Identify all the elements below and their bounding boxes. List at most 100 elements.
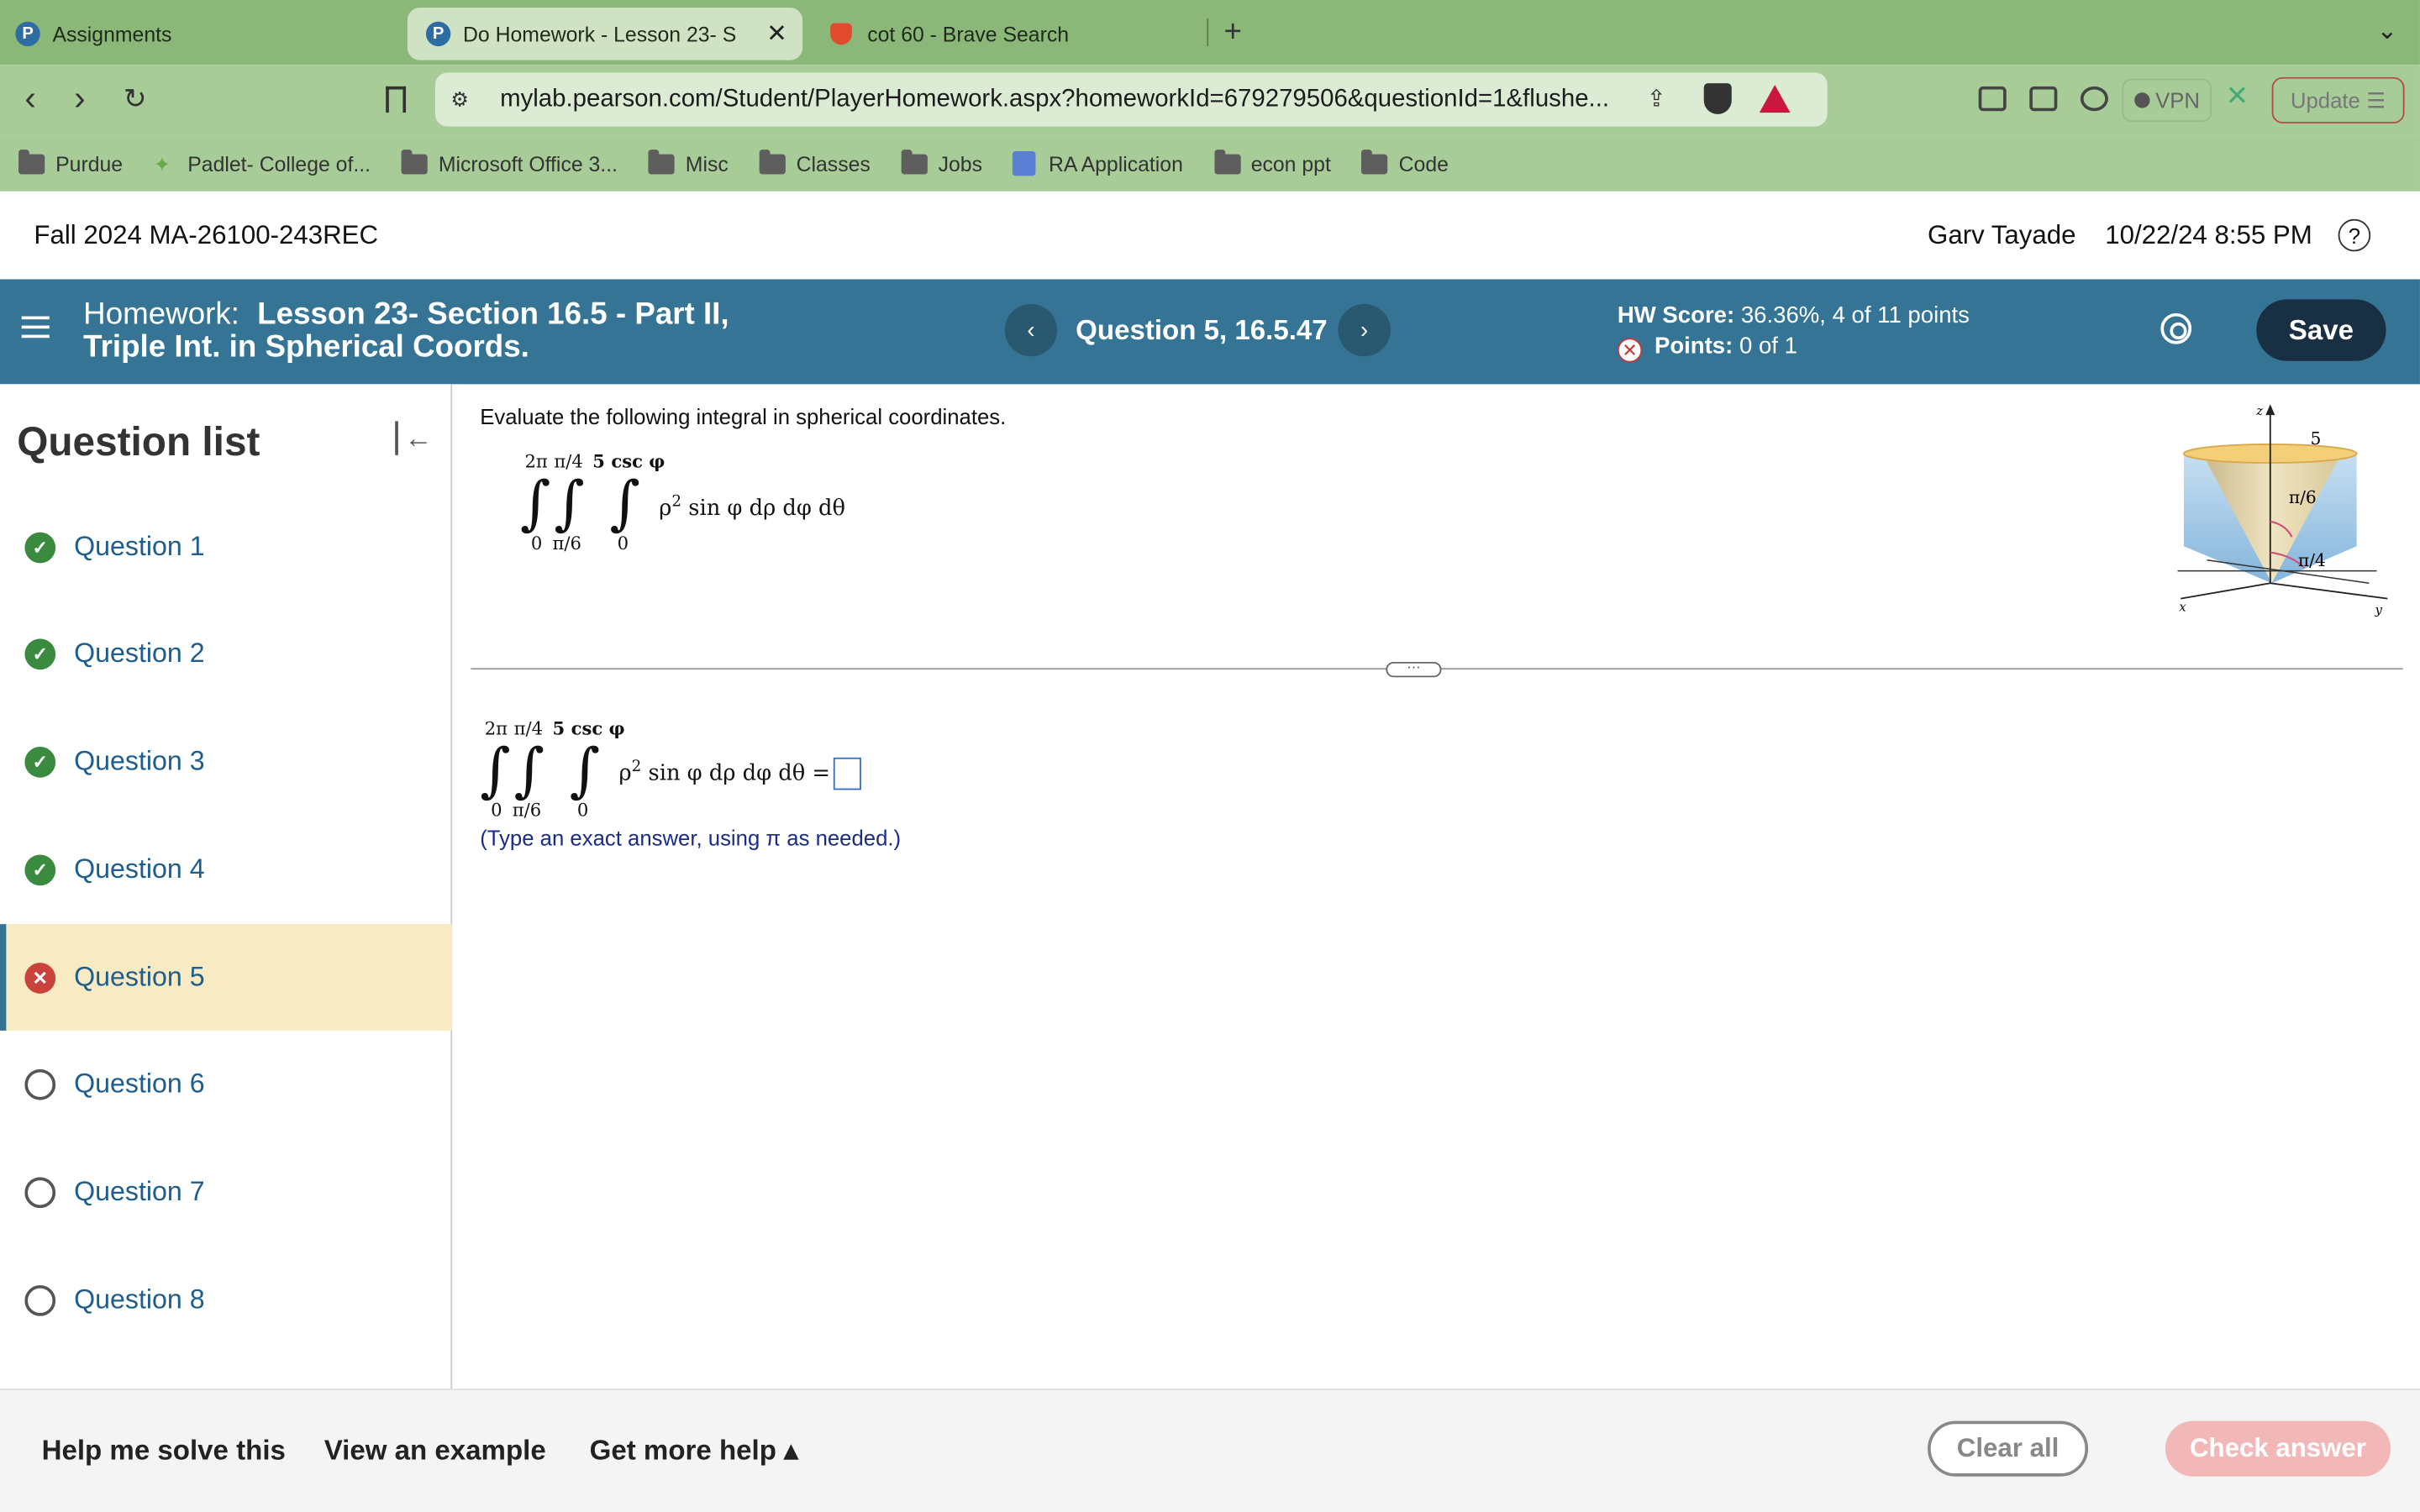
- bookmark-purdue[interactable]: Purdue: [18, 149, 124, 176]
- question-item-3[interactable]: ✓ Question 3: [0, 708, 452, 815]
- user-name: Garv Tayade: [1928, 220, 2076, 250]
- score-value: 36.36%, 4 of 11 points: [1740, 302, 1970, 329]
- question-list-panel: Question list ← ✓ Question 1 ✓ Question …: [0, 384, 453, 1389]
- check-icon: ✓: [24, 746, 56, 777]
- homework-title-line2: Triple Int. in Spherical Coords.: [83, 330, 529, 365]
- equals-sign: =: [812, 761, 830, 786]
- tab-brave-search[interactable]: cot 60 - Brave Search: [830, 8, 1201, 60]
- brave-shield-icon[interactable]: [1703, 83, 1732, 114]
- question-list-title: Question list: [17, 417, 260, 465]
- integrand-rest: sin φ dρ dφ dθ: [641, 761, 806, 786]
- bookmark-ra-application[interactable]: RA Application: [1013, 150, 1183, 176]
- answer-hint: (Type an exact answer, using π as needed…: [480, 825, 902, 851]
- question-item-8[interactable]: Question 8: [0, 1247, 452, 1353]
- chevron-down-icon[interactable]: ⌄: [2377, 15, 2398, 46]
- share-icon[interactable]: ⇪: [1647, 85, 1666, 113]
- bookmark-classes[interactable]: Classes: [759, 149, 871, 176]
- lower-limit-rho: 0: [576, 799, 589, 822]
- brave-rewards-icon[interactable]: [1759, 85, 1791, 113]
- bookmark-label: Classes: [796, 151, 871, 176]
- integrand: ρ2 sin φ dρ dφ dθ: [659, 494, 845, 521]
- check-icon: ✓: [24, 638, 56, 669]
- close-tab-icon[interactable]: ✕: [766, 18, 787, 50]
- next-question-button[interactable]: ›: [1338, 303, 1391, 357]
- spherical-region-figure: z 5 π/6 π/4 x y: [2177, 404, 2388, 617]
- collapse-panel-icon[interactable]: ←: [395, 421, 432, 455]
- resize-handle-icon[interactable]: ···: [1386, 659, 1442, 678]
- forward-icon[interactable]: ›: [74, 80, 85, 118]
- update-button[interactable]: Update ☰: [2271, 76, 2405, 123]
- bookmark-misc[interactable]: Misc: [648, 149, 729, 175]
- integral-sign: ∫: [519, 469, 551, 538]
- back-icon[interactable]: ‹: [24, 80, 35, 118]
- bookmark-jobs[interactable]: Jobs: [901, 149, 983, 176]
- folder-icon: [1361, 149, 1388, 174]
- z-axis-arrow-icon: [2265, 404, 2275, 416]
- check-icon: ✓: [24, 531, 56, 563]
- save-button[interactable]: Save: [2256, 299, 2386, 361]
- question-item-4[interactable]: ✓ Question 4: [0, 816, 452, 923]
- tab-divider: [1207, 18, 1209, 47]
- vpn-button[interactable]: VPN: [2122, 78, 2212, 123]
- course-title: Fall 2024 MA-26100-243REC: [34, 220, 379, 250]
- bookmark-label: Jobs: [938, 151, 983, 176]
- empty-circle-icon: [24, 1176, 56, 1208]
- url-text[interactable]: mylab.pearson.com/Student/PlayerHomework…: [500, 86, 1609, 113]
- question-item-label: Question 1: [74, 530, 205, 562]
- update-label: Update: [2290, 87, 2360, 113]
- question-item-5[interactable]: ✕ Question 5: [0, 924, 453, 1031]
- lower-limit-rho: 0: [617, 532, 629, 554]
- bookmark-microsoft-office[interactable]: Microsoft Office 3...: [401, 149, 618, 175]
- help-icon[interactable]: ?: [2338, 218, 2371, 252]
- folder-icon: [648, 149, 675, 174]
- question-item-6[interactable]: Question 6: [0, 1031, 452, 1137]
- browser-toolbar: ‹ › ↻ ⚙ mylab.pearson.com/Student/Player…: [0, 65, 2420, 136]
- bookmark-padlet[interactable]: ✦ Padlet- College of...: [154, 152, 371, 176]
- address-bar[interactable]: ⚙ mylab.pearson.com/Student/PlayerHomewo…: [434, 72, 1828, 127]
- new-tab-button[interactable]: +: [1224, 15, 1242, 50]
- bookmark-code[interactable]: Code: [1361, 149, 1449, 175]
- points-value: 0 of 1: [1739, 333, 1797, 360]
- question-item-2[interactable]: ✓ Question 2: [0, 600, 452, 706]
- leo-ai-icon[interactable]: [2080, 86, 2108, 112]
- wallet-icon[interactable]: [2029, 86, 2058, 112]
- homework-prefix: Homework:: [83, 297, 239, 332]
- clear-all-button[interactable]: Clear all: [1928, 1420, 2089, 1477]
- lower-limit-theta: 0: [491, 799, 502, 822]
- vpn-label: VPN: [2155, 87, 2201, 113]
- extension-icon[interactable]: ✕: [2226, 77, 2249, 114]
- integrand-exponent: 2: [631, 759, 642, 776]
- browser-tab-bar: P Assignments P Do Homework - Lesson 23-…: [0, 0, 2420, 66]
- footer-bar: Help me solve this View an example Get m…: [0, 1389, 2420, 1512]
- y-axis-line: [2270, 582, 2388, 600]
- help-me-solve-link[interactable]: Help me solve this: [42, 1435, 286, 1467]
- get-more-help-link[interactable]: Get more help ▴: [590, 1435, 798, 1467]
- integrand-exponent: 2: [671, 493, 682, 511]
- previous-question-button[interactable]: ‹: [1004, 303, 1058, 357]
- gear-icon[interactable]: [2160, 312, 2192, 344]
- answer-input[interactable]: [833, 757, 861, 790]
- sidebar-toggle-icon[interactable]: [1978, 86, 2007, 112]
- homework-title-line1: Lesson 23- Section 16.5 - Part II,: [257, 297, 729, 332]
- vpn-status-icon: [2133, 92, 2149, 108]
- homework-bar: Homework: Lesson 23- Section 16.5 - Part…: [0, 279, 2420, 385]
- question-item-1[interactable]: ✓ Question 1: [0, 494, 452, 601]
- integrand: ρ2 sin φ dρ dφ dθ =: [619, 757, 861, 790]
- folder-icon: [401, 149, 428, 174]
- integral-sign: ∫: [480, 736, 511, 804]
- site-settings-icon[interactable]: ⚙: [450, 87, 481, 112]
- question-item-7[interactable]: Question 7: [0, 1138, 452, 1245]
- tab-homework[interactable]: P Do Homework - Lesson 23- S ✕: [407, 8, 803, 60]
- view-example-link[interactable]: View an example: [324, 1435, 546, 1467]
- check-answer-button[interactable]: Check answer: [2165, 1420, 2391, 1477]
- bookmark-econ-ppt[interactable]: econ ppt: [1213, 149, 1331, 175]
- hamburger-menu-icon[interactable]: [21, 316, 50, 339]
- angle-label-2: π/4: [2298, 550, 2326, 570]
- bookmark-label: Purdue: [55, 151, 124, 176]
- integral-sign: ∫: [569, 736, 601, 804]
- menu-icon: ☰: [2366, 87, 2386, 113]
- pearson-icon: P: [15, 21, 40, 47]
- bookmark-icon[interactable]: [386, 86, 407, 113]
- reload-icon[interactable]: ↻: [124, 81, 147, 118]
- tab-assignments[interactable]: P Assignments: [15, 8, 401, 60]
